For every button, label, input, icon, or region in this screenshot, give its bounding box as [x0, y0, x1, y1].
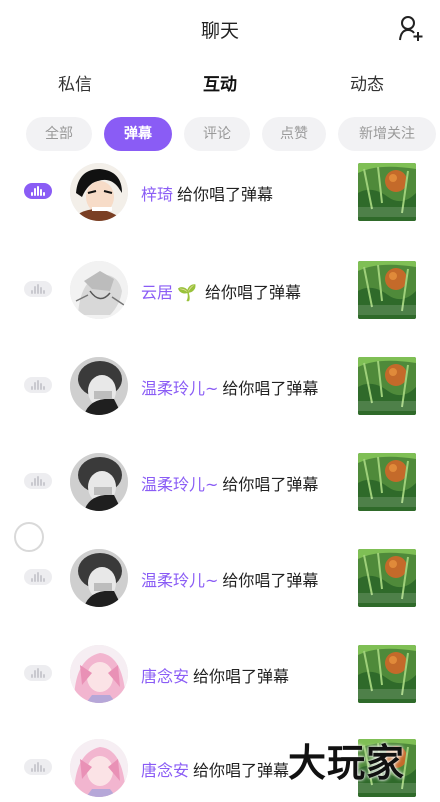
avatar[interactable] [70, 549, 128, 607]
notification-text: 梓琦 给你唱了弹幕 [141, 181, 273, 205]
notification-text: 云居 🌱 给你唱了弹幕 [141, 279, 301, 303]
filter-all[interactable]: 全部 [26, 117, 92, 151]
tab-interactions[interactable]: 互动 [203, 70, 237, 98]
notification-row[interactable]: 梓琦 给你唱了弹幕 [0, 163, 440, 259]
notification-row[interactable]: 云居 🌱 给你唱了弹幕 [0, 261, 440, 357]
filter-comments[interactable]: 评论 [184, 117, 250, 151]
tab-feed[interactable]: 动态 [350, 70, 384, 95]
video-thumbnail[interactable] [358, 163, 416, 221]
message-text: 给你唱了弹幕 [193, 761, 290, 780]
avatar[interactable] [70, 261, 128, 319]
username[interactable]: 梓琦 [141, 185, 173, 204]
avatar[interactable] [70, 453, 128, 511]
filter-chips: 全部 弹幕 评论 点赞 新增关注 [0, 117, 440, 153]
avatar[interactable] [70, 357, 128, 415]
tab-private-messages[interactable]: 私信 [58, 70, 92, 95]
avatar[interactable] [70, 645, 128, 703]
voice-wave-icon[interactable] [24, 281, 52, 297]
floating-circle-button[interactable] [14, 522, 44, 552]
username[interactable]: 云居 [141, 283, 173, 302]
watermark-text: 大玩家 [288, 741, 406, 785]
voice-wave-icon[interactable] [24, 759, 52, 775]
notification-row[interactable]: 唐念安 给你唱了弹幕 [0, 645, 440, 741]
notification-row[interactable]: 温柔玲儿~ 给你唱了弹幕 [0, 453, 440, 549]
filter-likes[interactable]: 点赞 [262, 117, 326, 151]
notification-row[interactable]: 温柔玲儿~ 给你唱了弹幕 [0, 357, 440, 453]
username[interactable]: 唐念安 [141, 761, 189, 780]
voice-wave-icon[interactable] [24, 665, 52, 681]
notification-text: 温柔玲儿~ 给你唱了弹幕 [141, 567, 318, 591]
notification-text: 唐念安 给你唱了弹幕 [141, 757, 289, 781]
filter-new-followers[interactable]: 新增关注 [338, 117, 436, 151]
sprout-icon: 🌱 [177, 283, 197, 302]
page-title: 聊天 [200, 20, 239, 42]
avatar[interactable] [70, 739, 128, 797]
username[interactable]: 温柔玲儿~ [141, 475, 218, 494]
top-bar: 聊天 [0, 0, 440, 58]
message-text: 给你唱了弹幕 [222, 475, 319, 494]
video-thumbnail[interactable] [358, 645, 416, 703]
filter-danmaku[interactable]: 弹幕 [104, 117, 172, 151]
voice-wave-icon[interactable] [24, 183, 52, 199]
avatar[interactable] [70, 163, 128, 221]
message-text: 给你唱了弹幕 [177, 185, 274, 204]
message-text: 给你唱了弹幕 [204, 283, 301, 302]
voice-wave-icon[interactable] [24, 569, 52, 585]
add-friend-icon[interactable] [398, 14, 424, 42]
video-thumbnail[interactable] [358, 261, 416, 319]
username[interactable]: 温柔玲儿~ [141, 379, 218, 398]
notification-text: 唐念安 给你唱了弹幕 [141, 663, 289, 687]
notification-row[interactable]: 温柔玲儿~ 给你唱了弹幕 [0, 549, 440, 645]
notification-text: 温柔玲儿~ 给你唱了弹幕 [141, 471, 318, 495]
username[interactable]: 温柔玲儿~ [141, 571, 218, 590]
notification-text: 温柔玲儿~ 给你唱了弹幕 [141, 375, 318, 399]
video-thumbnail[interactable] [358, 357, 416, 415]
video-thumbnail[interactable] [358, 549, 416, 607]
username[interactable]: 唐念安 [141, 667, 189, 686]
message-text: 给你唱了弹幕 [222, 379, 319, 398]
voice-wave-icon[interactable] [24, 377, 52, 393]
video-thumbnail[interactable] [358, 453, 416, 511]
voice-wave-icon[interactable] [24, 473, 52, 489]
message-text: 给你唱了弹幕 [193, 667, 290, 686]
main-tabs: 私信 互动 动态 [0, 58, 440, 102]
message-text: 给你唱了弹幕 [222, 571, 319, 590]
